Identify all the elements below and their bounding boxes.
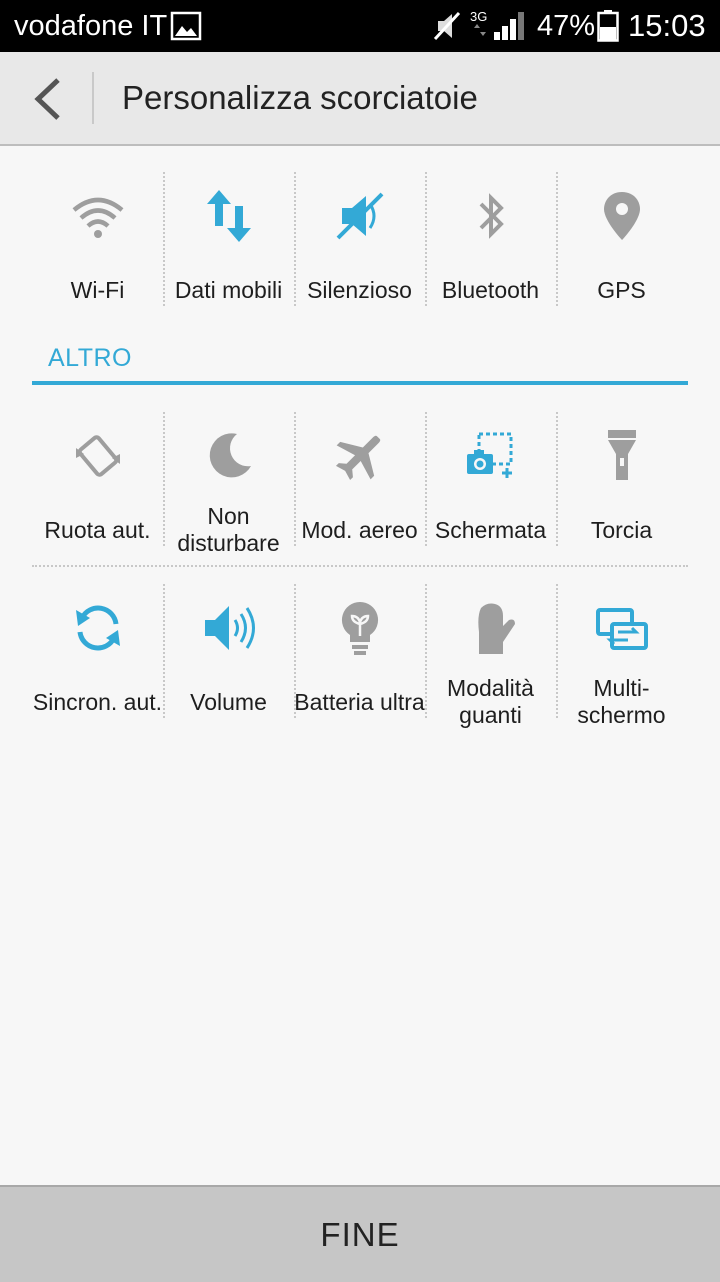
mute-icon (432, 10, 462, 47)
available-shortcuts-row-1: Ruota aut. Non disturbare Mod. aereo Sch… (32, 404, 688, 556)
tile-mobile-data[interactable]: Dati mobili (163, 164, 294, 314)
volume-icon (204, 606, 255, 650)
gps-icon (603, 192, 640, 240)
section-divider (32, 381, 688, 385)
screenshot-icon (466, 432, 512, 478)
tile-ultra-battery[interactable]: Batteria ultra (294, 576, 425, 726)
tile-label: Silenzioso (307, 276, 412, 303)
row-divider (32, 565, 688, 567)
tile-silent[interactable]: Silenzioso (294, 164, 425, 314)
tile-wifi[interactable]: Wi-Fi (32, 164, 163, 314)
signal-icon: 3G (470, 8, 526, 47)
airplane-icon (335, 435, 380, 481)
battery-percent: 47% (537, 10, 596, 42)
tile-label: Sincron. aut. (32, 688, 163, 715)
tile-label: Bluetooth (441, 276, 540, 303)
multiscreen-icon (595, 608, 648, 650)
clock: 15:03 (628, 8, 706, 43)
tile-bluetooth[interactable]: Bluetooth (425, 164, 556, 314)
back-button[interactable] (28, 76, 68, 122)
tile-label: Modalità guanti (447, 675, 534, 728)
tile-do-not-disturb[interactable]: Non disturbare (163, 404, 294, 556)
sync-icon (75, 605, 120, 651)
carrier-name: vodafone IT (14, 10, 168, 42)
tile-multi-screen[interactable]: Multi-schermo (556, 576, 687, 728)
mobile-data-icon (206, 190, 251, 242)
tile-glove-mode[interactable]: Modalità guanti (425, 576, 556, 728)
lightbulb-icon (341, 601, 378, 655)
tile-flashlight[interactable]: Torcia (556, 404, 687, 554)
image-notification-icon (170, 10, 202, 47)
status-bar: vodafone IT 3G 47% 15:03 (0, 0, 720, 52)
title-bar: Personalizza scorciatoie (0, 52, 720, 146)
glove-icon (477, 603, 515, 654)
auto-rotate-icon (75, 435, 120, 477)
tile-auto-sync[interactable]: Sincron. aut. (32, 576, 163, 726)
tile-airplane-mode[interactable]: Mod. aereo (294, 404, 425, 554)
tile-label: Non disturbare (177, 503, 280, 556)
section-header-altro: ALTRO (48, 344, 132, 372)
tile-label: Torcia (590, 516, 653, 543)
active-shortcuts-row: Wi-Fi Dati mobili Silenzioso Bluetooth G… (32, 164, 688, 314)
tile-label: Batteria ultra (294, 688, 425, 715)
title-divider (92, 72, 94, 124)
tile-auto-rotate[interactable]: Ruota aut. (32, 404, 163, 554)
tile-screenshot[interactable]: Schermata (425, 404, 556, 554)
tile-label: Multi-schermo (577, 675, 666, 728)
tile-label: Ruota aut. (44, 516, 151, 543)
wifi-icon (72, 197, 123, 238)
back-arrow-icon (34, 78, 60, 120)
flashlight-icon (607, 430, 636, 480)
tile-label: Volume (190, 688, 267, 715)
done-button[interactable]: FINE (0, 1185, 720, 1282)
available-shortcuts-row-2: Sincron. aut. Volume Batteria ultra Moda… (32, 576, 688, 728)
battery-icon (597, 10, 619, 47)
tile-volume[interactable]: Volume (163, 576, 294, 726)
tile-label: Dati mobili (174, 276, 283, 303)
tile-label: Mod. aereo (301, 516, 418, 543)
network-type-label: 3G (470, 9, 487, 24)
silent-icon (336, 192, 383, 240)
moon-icon (209, 433, 251, 478)
tile-gps[interactable]: GPS (556, 164, 687, 314)
bluetooth-icon (479, 193, 504, 239)
page-title: Personalizza scorciatoie (122, 79, 478, 116)
tile-label: GPS (597, 276, 646, 303)
tile-label: Wi-Fi (70, 276, 125, 303)
tile-label: Schermata (434, 516, 547, 543)
